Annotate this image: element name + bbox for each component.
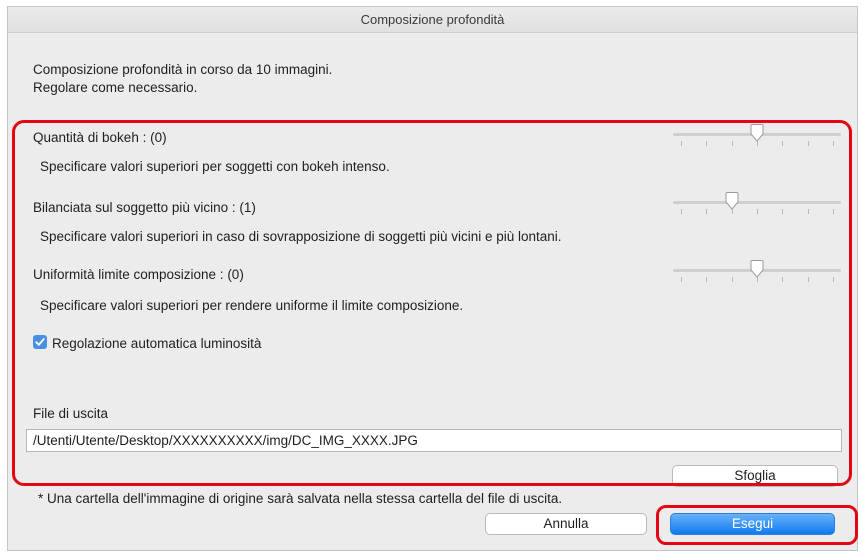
output-file-path-field[interactable]: /Utenti/Utente/Desktop/XXXXXXXXXX/img/DC… [26,429,842,452]
nearest-subject-balance-hint: Specificare valori superiori in caso di … [40,229,562,244]
slider-tick [808,209,809,214]
intro-text-line2: Regolare come necessario. [33,80,198,95]
slider-tick [833,277,834,282]
slider-tick [757,209,758,214]
output-folder-note: * Una cartella dell'immagine di origine … [38,491,563,506]
edge-smoothness-hint: Specificare valori superiori per rendere… [40,298,464,313]
slider-tick [706,277,707,282]
slider-thumb[interactable] [724,192,740,210]
cancel-button[interactable]: Annulla [485,513,647,535]
edge-smoothness-label: Uniformità limite composizione : (0) [33,267,244,282]
bokeh-amount-label: Quantità di bokeh : (0) [33,130,167,145]
auto-brightness-checkbox[interactable] [33,335,47,349]
slider-tick [681,141,682,146]
bokeh-amount-slider[interactable] [673,124,841,146]
slider-tick [732,277,733,282]
output-file-label: File di uscita [33,406,109,421]
auto-brightness-label: Regolazione automatica luminosità [52,336,262,351]
window-title: Composizione profondità [8,7,857,33]
intro-text-line1: Composizione profondità in corso da 10 i… [33,62,333,77]
browse-button[interactable]: Sfoglia [672,465,838,487]
slider-tick [808,277,809,282]
slider-tick [833,141,834,146]
slider-tick [681,277,682,282]
slider-tick [706,209,707,214]
slider-track [673,201,841,204]
checkmark-icon [35,338,45,346]
slider-thumb[interactable] [749,260,765,278]
slider-thumb[interactable] [749,124,765,142]
nearest-subject-balance-slider[interactable] [673,192,841,214]
slider-tick [782,141,783,146]
bokeh-amount-hint: Specificare valori superiori per soggett… [40,159,390,174]
slider-tick [706,141,707,146]
slider-tick [808,141,809,146]
edge-smoothness-slider[interactable] [673,260,841,282]
nearest-subject-balance-label: Bilanciata sul soggetto più vicino : (1) [33,200,256,215]
slider-tick [833,209,834,214]
slider-tick [782,209,783,214]
run-button[interactable]: Esegui [670,513,835,535]
slider-tick [681,209,682,214]
slider-tick [732,141,733,146]
slider-tick [782,277,783,282]
